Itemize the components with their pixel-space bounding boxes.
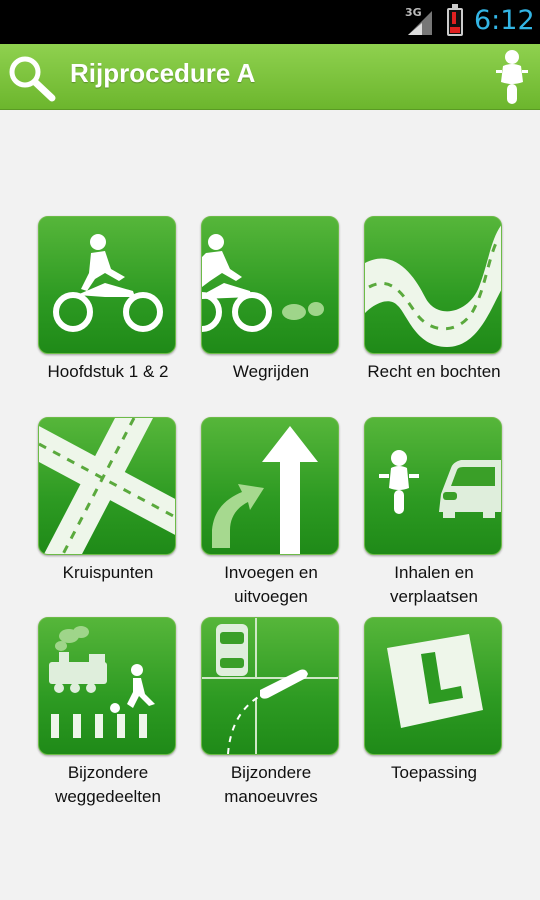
tile-hoofdstuk[interactable]: Hoofdstuk 1 & 2 [38, 216, 178, 384]
tile-inhalen[interactable]: Inhalen en verplaatsen [364, 417, 504, 609]
page-title: Rijprocedure A [70, 58, 256, 88]
action-bar: Rijprocedure A [0, 44, 540, 110]
status-bar: 3G 6:12 [0, 0, 540, 44]
tile-recht-en-bochten[interactable]: Recht en bochten [364, 216, 504, 384]
tile-label: Inhalen en verplaatsen [390, 563, 478, 606]
tile-label: Bijzondere weggedeelten [55, 763, 161, 806]
train-crosswalk-icon[interactable] [38, 617, 176, 755]
tile-manoeuvres[interactable]: Bijzondere manoeuvres [201, 617, 341, 809]
tile-label: Invoegen en uitvoegen [224, 563, 318, 606]
merge-arrows-icon[interactable] [201, 417, 339, 555]
tile-label: Recht en bochten [367, 362, 501, 381]
overtaking-icon[interactable] [364, 417, 502, 555]
clock: 6:12 [474, 5, 535, 36]
tile-kruispunten[interactable]: Kruispunten [38, 417, 178, 585]
tile-invoegen[interactable]: Invoegen en uitvoegen [201, 417, 341, 609]
tile-toepassing[interactable]: Toepassing [364, 617, 504, 785]
tile-wegrijden[interactable]: Wegrijden [201, 216, 341, 384]
motorcycle-rider-icon[interactable] [492, 48, 532, 106]
intersection-icon[interactable] [38, 417, 176, 555]
tile-label: Wegrijden [232, 362, 310, 381]
tile-weggedeelten[interactable]: Bijzondere weggedeelten [38, 617, 178, 809]
tile-label: Toepassing [390, 763, 477, 782]
motorcycle-departing-icon[interactable] [201, 216, 339, 354]
parking-maneuver-icon[interactable] [201, 617, 339, 755]
battery-low-icon [447, 4, 463, 36]
tile-label: Kruispunten [62, 563, 154, 582]
signal-icon [408, 11, 432, 35]
tile-label: Hoofdstuk 1 & 2 [47, 362, 169, 381]
motorcycle-icon[interactable] [38, 216, 176, 354]
search-icon[interactable] [6, 53, 58, 103]
curved-road-icon[interactable] [364, 216, 502, 354]
learner-plate-icon[interactable] [364, 617, 502, 755]
tile-label: Bijzondere manoeuvres [224, 763, 318, 806]
